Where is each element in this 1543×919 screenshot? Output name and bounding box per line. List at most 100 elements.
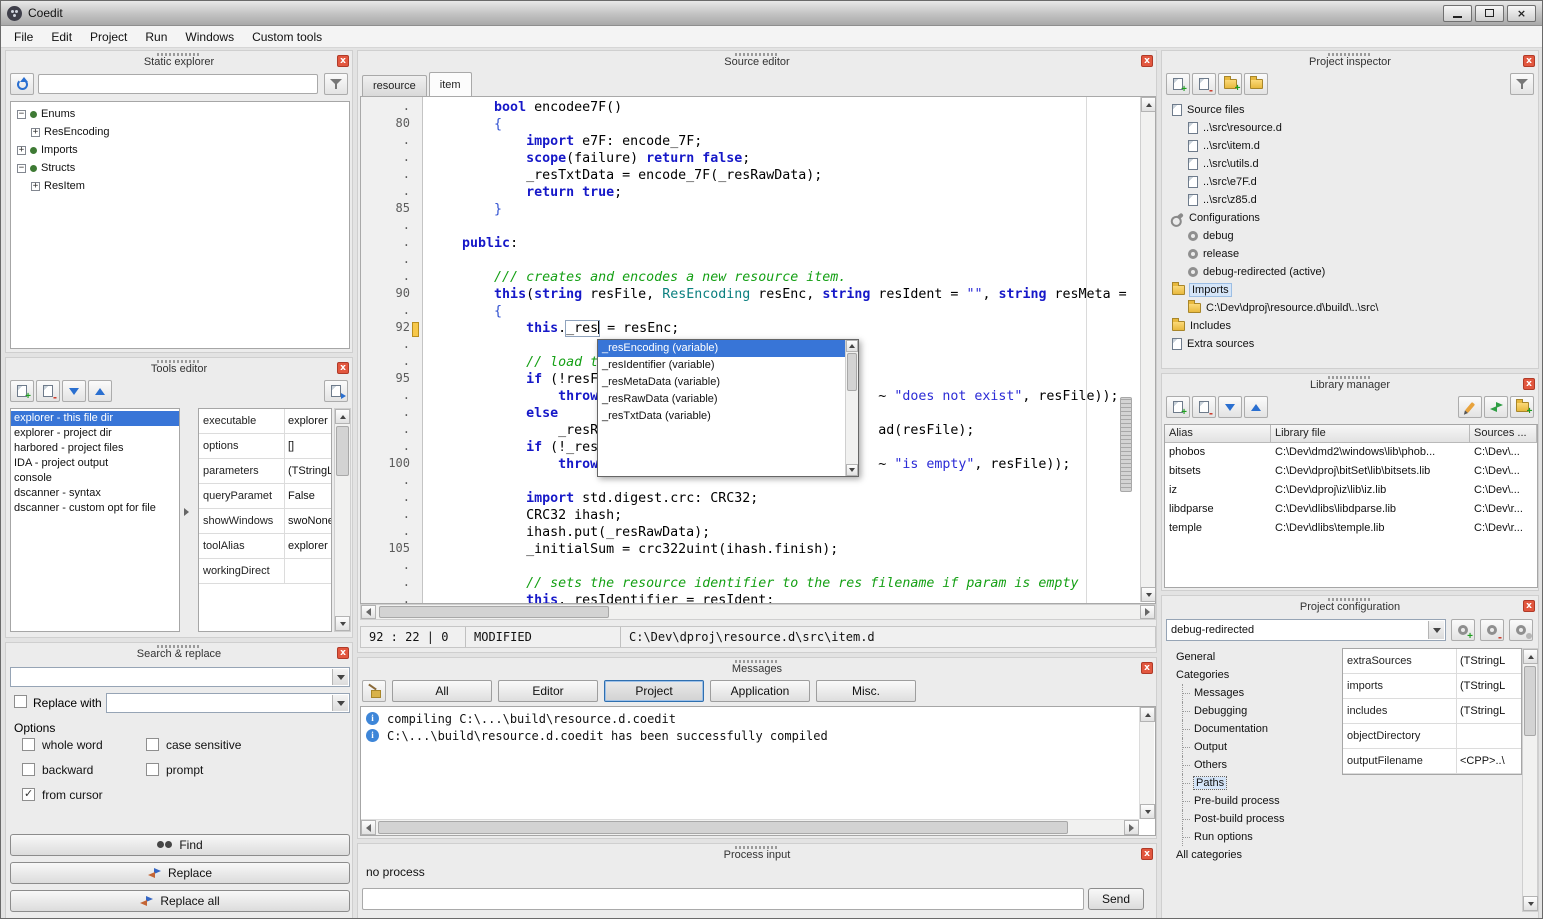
refresh-button[interactable] (10, 73, 34, 95)
tree-item[interactable]: Configurations (1164, 209, 1538, 227)
panel-close-icon[interactable]: x (337, 647, 349, 659)
category-item[interactable]: Messages (1164, 684, 1324, 702)
panel-close-icon[interactable]: x (1523, 600, 1535, 612)
tool-list-item[interactable]: IDA - project output (11, 456, 179, 471)
code-line[interactable]: return true; (430, 184, 1140, 201)
code-line[interactable]: bool encodee7F() (430, 99, 1140, 116)
filter-sources-button[interactable] (1510, 73, 1534, 95)
add-tool-button[interactable] (10, 380, 34, 402)
tree-item[interactable]: +Imports (11, 141, 349, 159)
code-line[interactable]: _initialSum = crc322uint(ihash.finish); (430, 541, 1140, 558)
expander-icon[interactable]: + (31, 182, 40, 191)
code-line[interactable] (430, 252, 1140, 269)
close-button[interactable]: × (1507, 5, 1536, 22)
code-line[interactable]: scope(failure) return false; (430, 150, 1140, 167)
panel-close-icon[interactable]: x (1141, 848, 1153, 860)
replace-button[interactable]: Replace (10, 862, 350, 884)
move-library-down-button[interactable] (1218, 396, 1242, 418)
table-row[interactable]: templeC:\Dev\dlibs\temple.libC:\Dev\r... (1165, 519, 1537, 538)
add-source-button[interactable] (1166, 73, 1190, 95)
move-tool-up-button[interactable] (88, 380, 112, 402)
clone-configuration-button[interactable] (1509, 619, 1533, 641)
panel-close-icon[interactable]: x (1141, 55, 1153, 67)
tree-item[interactable]: −Enums (11, 105, 349, 123)
property-value[interactable] (1457, 724, 1521, 748)
replace-with-checkbox[interactable] (14, 695, 27, 708)
filter-all-button[interactable]: All (392, 680, 492, 702)
tab-resource[interactable]: resource (362, 75, 427, 96)
category-item[interactable]: Output (1164, 738, 1324, 756)
property-value[interactable] (285, 559, 331, 583)
checkbox[interactable] (22, 788, 35, 801)
tools-grid-scrollbar[interactable] (334, 408, 351, 632)
checkbox[interactable] (22, 738, 35, 751)
category-item[interactable]: Paths (1164, 774, 1324, 792)
panel-close-icon[interactable]: x (1523, 55, 1535, 67)
titlebar[interactable]: Coedit × (1, 1, 1542, 26)
message-entry[interactable]: icompiling C:\...\build\resource.d.coedi… (361, 710, 1155, 727)
expander-icon[interactable]: + (31, 128, 40, 137)
message-entry[interactable]: iC:\...\build\resource.d.coedit has been… (361, 727, 1155, 744)
table-row[interactable]: phobosC:\Dev\dmd2\windows\lib\phob...C:\… (1165, 443, 1537, 462)
table-row[interactable]: bitsetsC:\Dev\dproj\bitSet\lib\bitsets.l… (1165, 462, 1537, 481)
checkbox[interactable] (146, 738, 159, 751)
menu-run[interactable]: Run (136, 28, 176, 46)
property-value[interactable]: False (285, 484, 331, 508)
tree-item[interactable]: Source files (1164, 101, 1538, 119)
tree-item[interactable]: ..\src\e7F.d (1164, 173, 1538, 191)
find-button[interactable]: Find (10, 834, 350, 856)
code-line[interactable]: { (430, 303, 1140, 320)
move-library-up-button[interactable] (1244, 396, 1268, 418)
property-value[interactable]: <CPP>..\ (1457, 749, 1521, 773)
filter-options-button[interactable] (324, 73, 348, 95)
splitter-handle-icon[interactable] (184, 508, 189, 516)
dropdown-button[interactable] (1428, 621, 1444, 639)
tree-item[interactable]: Includes (1164, 317, 1538, 335)
scroll-thumb[interactable] (1524, 666, 1536, 736)
property-value[interactable]: explorer (285, 534, 331, 558)
table-row[interactable]: libdparseC:\Dev\dlibs\libdparse.libC:\De… (1165, 500, 1537, 519)
edit-library-button[interactable] (1458, 396, 1482, 418)
add-source-folder-button[interactable] (1218, 73, 1242, 95)
code-line[interactable]: CRC32 ihash; (430, 507, 1140, 524)
category-item[interactable]: Others (1164, 756, 1324, 774)
maximize-button[interactable] (1475, 5, 1504, 22)
tree-item[interactable]: Extra sources (1164, 335, 1538, 353)
column-header[interactable]: Sources ... (1470, 425, 1537, 443)
panel-close-icon[interactable]: x (337, 55, 349, 67)
completion-item[interactable]: _resIdentifier (variable) (598, 357, 845, 374)
category-item[interactable]: Post-build process (1164, 810, 1324, 828)
config-scrollbar[interactable] (1522, 648, 1538, 912)
menu-windows[interactable]: Windows (176, 28, 243, 46)
code-line[interactable]: public: (430, 235, 1140, 252)
column-header[interactable]: Library file (1271, 425, 1470, 443)
property-value[interactable]: swoNone (285, 509, 331, 533)
property-value[interactable]: (TStringL (1457, 699, 1521, 723)
completion-item[interactable]: _resRawData (variable) (598, 391, 845, 408)
checkbox[interactable] (146, 763, 159, 776)
tree-item[interactable]: release (1164, 245, 1538, 263)
scroll-thumb[interactable] (379, 606, 609, 618)
completion-item[interactable]: _resEncoding (variable) (598, 340, 845, 357)
open-folder-button[interactable] (1244, 73, 1268, 95)
checkbox[interactable] (22, 763, 35, 776)
replace-all-button[interactable]: Replace all (10, 890, 350, 912)
expander-icon[interactable]: − (17, 164, 26, 173)
scroll-thumb[interactable] (336, 426, 349, 476)
dropdown-button[interactable] (332, 695, 348, 711)
panel-close-icon[interactable]: x (1523, 378, 1535, 390)
code-line[interactable]: /// creates and encodes a new resource i… (430, 269, 1140, 286)
tool-list-item[interactable]: explorer - this file dir (11, 411, 179, 426)
tree-item[interactable]: +ResItem (11, 177, 349, 195)
tree-item[interactable]: Imports (1164, 281, 1538, 299)
completion-item[interactable]: _resTxtData (variable) (598, 408, 845, 425)
column-header[interactable]: Alias (1165, 425, 1271, 443)
add-configuration-button[interactable] (1451, 619, 1475, 641)
code-line[interactable]: { (430, 116, 1140, 133)
category-item[interactable]: Documentation (1164, 720, 1324, 738)
move-tool-down-button[interactable] (62, 380, 86, 402)
remove-library-button[interactable] (1192, 396, 1216, 418)
messages-vscrollbar[interactable] (1139, 707, 1154, 819)
expander-icon[interactable]: + (17, 146, 26, 155)
code-line[interactable]: _resTxtData = encode_7F(_resRawData); (430, 167, 1140, 184)
